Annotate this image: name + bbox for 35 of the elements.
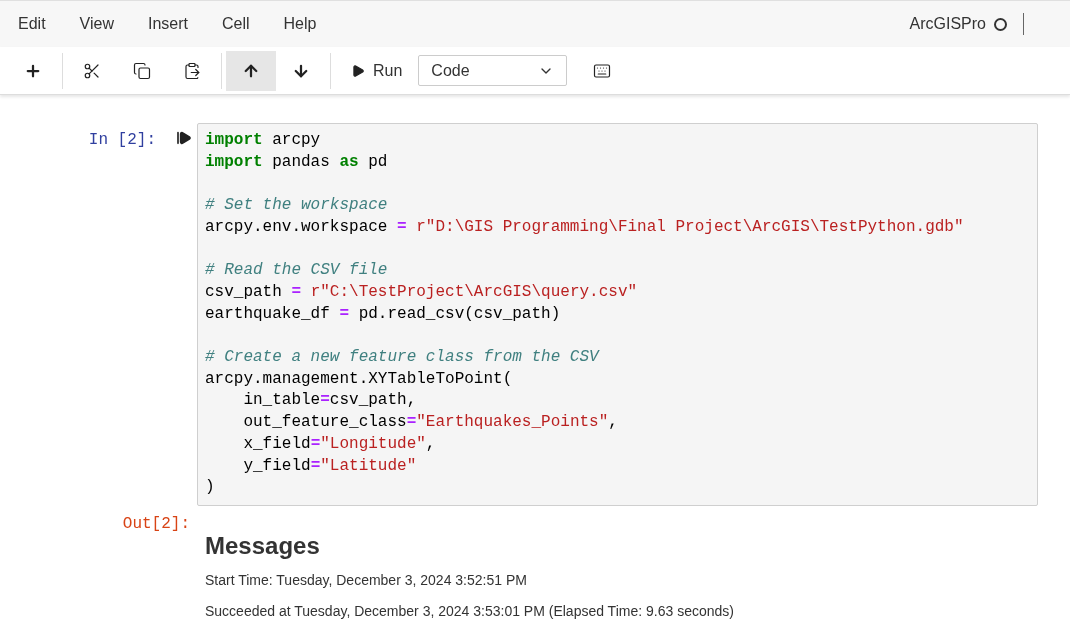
menu-item[interactable]: Insert xyxy=(147,12,188,36)
menu-item[interactable]: Edit xyxy=(18,12,46,36)
menu-item[interactable]: Help xyxy=(283,12,317,36)
code-line: csv_path = r"C:\TestProject\ArcGIS\query.csv" xyxy=(205,281,638,303)
code-line: x_field="Longitude", xyxy=(242,433,436,455)
kernel-name: ArcGISPro xyxy=(909,14,986,34)
copy-icon xyxy=(133,61,151,80)
code-line: import pandas as pd xyxy=(205,151,388,173)
menu-item[interactable]: Cell xyxy=(222,12,250,36)
paste-icon xyxy=(183,61,201,80)
code-cell[interactable] xyxy=(197,123,1038,506)
code-line: y_field="Latitude" xyxy=(242,455,417,477)
up-button[interactable] xyxy=(226,50,276,91)
code-line: arcpy.env.workspace = r"D:\GIS Programming\Final Project\ArcGIS\TestPython.gdb" xyxy=(205,216,964,238)
code-line: # Read the CSV file xyxy=(205,260,388,282)
code-line: import arcpy xyxy=(205,130,321,151)
menu-item[interactable]: View xyxy=(79,12,114,36)
input-prompt: In [2]: xyxy=(88,130,156,151)
code-line: in_table=csv_path, xyxy=(242,390,417,412)
play-icon xyxy=(351,63,365,78)
run-button[interactable]: Run xyxy=(335,50,419,91)
keyboard-icon xyxy=(593,61,612,80)
code-line: earthquake_df = pd.read_csv(csv_path) xyxy=(205,303,561,325)
cut-icon xyxy=(83,61,101,80)
cell-type-dropdown[interactable]: Code xyxy=(418,55,568,86)
output-heading: Messages xyxy=(205,531,321,560)
code-line: arcpy.management.XYTableToPoint( xyxy=(205,368,513,390)
output-prompt: Out[2]: xyxy=(122,513,190,535)
code-line: # Set the workspace xyxy=(205,195,388,217)
code-line: out_feature_class="Earthquakes_Points", xyxy=(242,412,618,434)
output-message: Succeeded at Tuesday, December 3, 2024 3:53:01 PM (Elapsed Time: 9.63 seconds) xyxy=(205,601,734,621)
code-line: ) xyxy=(205,477,215,499)
run-cell-icon[interactable] xyxy=(176,130,192,146)
code-line: # Create a new feature class from the CSV xyxy=(205,347,599,368)
output-message: Start Time: Tuesday, December 3, 2024 3:52:51 PM xyxy=(205,570,528,590)
